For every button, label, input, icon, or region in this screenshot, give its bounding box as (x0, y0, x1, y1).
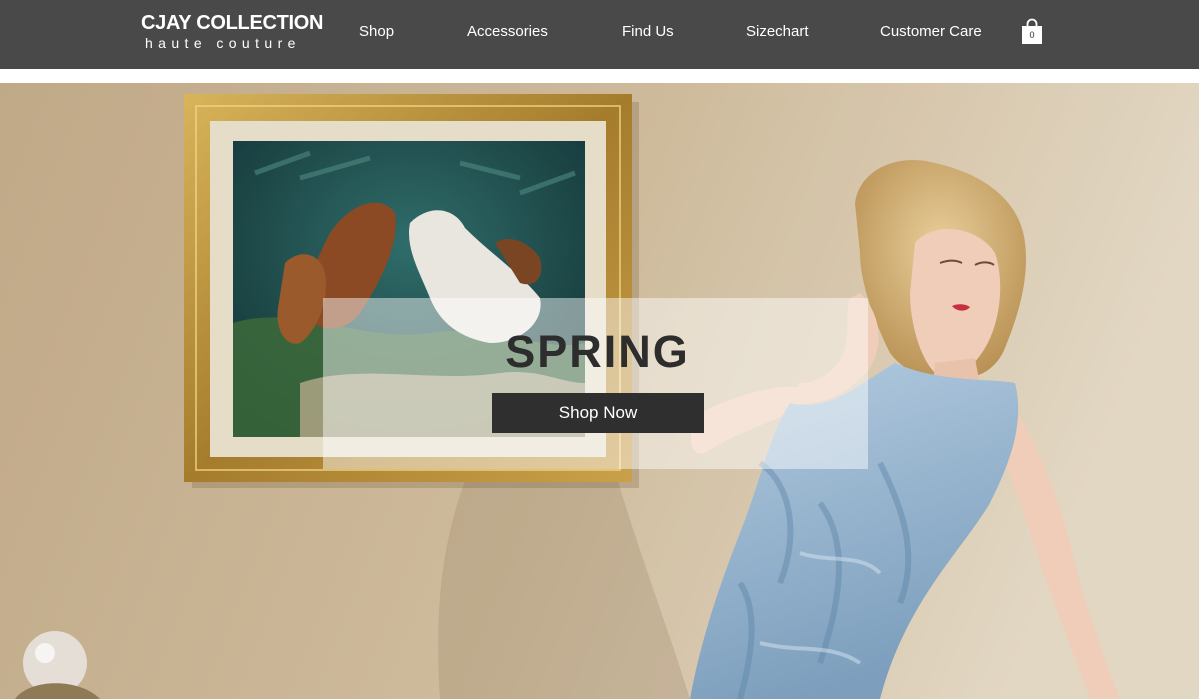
nav-item-sizechart[interactable]: Sizechart (746, 22, 809, 42)
hero-overlay: SPRING Shop Now (323, 298, 868, 469)
cart-button[interactable]: 0 (1021, 18, 1043, 45)
shop-now-button[interactable]: Shop Now (492, 393, 704, 433)
nav-item-customer-care[interactable]: Customer Care (880, 22, 982, 42)
brand-name[interactable]: CJAY COLLECTION (141, 12, 326, 34)
cart-count: 0 (1029, 30, 1035, 40)
hero-banner: SPRING Shop Now (0, 83, 1199, 699)
brand-tagline: haute couture (145, 35, 301, 51)
nav-item-find-us[interactable]: Find Us (622, 22, 674, 42)
nav-item-accessories[interactable]: Accessories (467, 22, 548, 42)
hero-headline: SPRING (505, 326, 690, 377)
nav-item-shop[interactable]: Shop (359, 22, 394, 42)
brand-logo[interactable]: CJAY COLLECTION haute couture (141, 12, 326, 51)
site-header: CJAY COLLECTION haute couture Shop Acces… (0, 0, 1199, 69)
